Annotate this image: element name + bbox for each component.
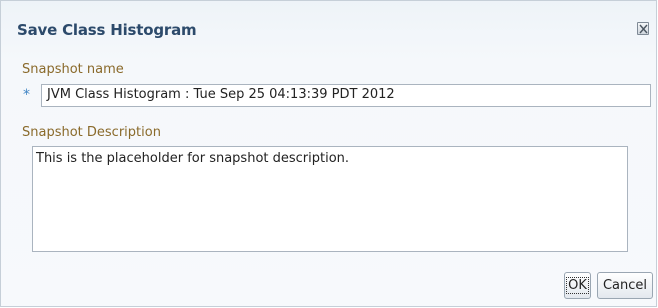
cancel-button[interactable]: Cancel bbox=[597, 272, 653, 299]
snapshot-name-label: Snapshot name bbox=[22, 62, 124, 77]
ok-button[interactable]: OK bbox=[564, 272, 591, 299]
snapshot-name-input[interactable]: JVM Class Histogram : Tue Sep 25 04:13:3… bbox=[41, 84, 651, 107]
ok-button-label: OK bbox=[566, 277, 589, 294]
dialog-title: Save Class Histogram bbox=[17, 21, 197, 39]
required-indicator: * bbox=[23, 87, 30, 103]
save-class-histogram-dialog: Save Class Histogram Snapshot name * JVM… bbox=[0, 0, 657, 307]
snapshot-description-label: Snapshot Description bbox=[22, 125, 161, 140]
snapshot-description-textarea[interactable]: This is the placeholder for snapshot des… bbox=[32, 146, 628, 252]
close-icon[interactable] bbox=[637, 22, 649, 35]
